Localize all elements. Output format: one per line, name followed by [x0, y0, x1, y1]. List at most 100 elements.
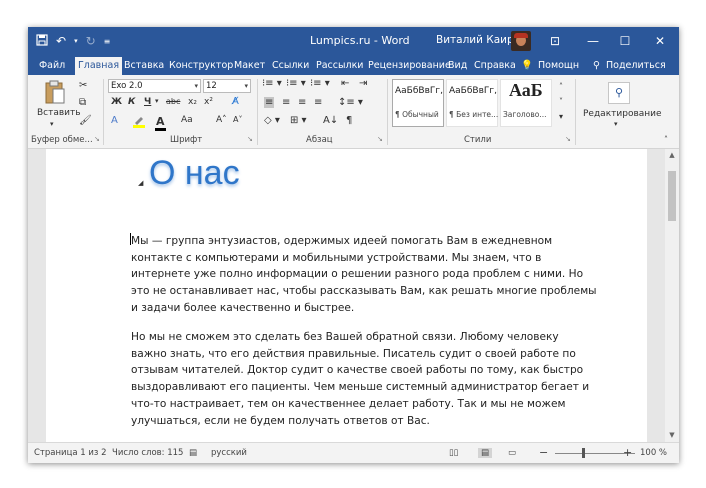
- borders-icon[interactable]: ⊞ ▾: [290, 115, 307, 126]
- print-layout-icon[interactable]: ▤: [478, 448, 493, 458]
- decrease-indent-icon[interactable]: ⇤: [341, 78, 349, 89]
- tab-references[interactable]: Ссылки: [272, 57, 309, 75]
- tab-layout[interactable]: Макет: [234, 57, 265, 75]
- show-marks-icon[interactable]: ¶: [346, 115, 352, 126]
- paragraph-line: контакте с компьютерами и мобильными уст…: [131, 251, 542, 264]
- sort-icon[interactable]: A↓: [323, 115, 338, 126]
- editing-dropdown-icon[interactable]: ▾: [614, 120, 618, 128]
- bold-button[interactable]: Ж: [111, 97, 122, 107]
- save-icon[interactable]: [36, 33, 48, 49]
- page-count[interactable]: Страница 1 из 2: [34, 448, 107, 458]
- tab-review[interactable]: Рецензирование: [368, 57, 451, 75]
- collapse-ribbon-icon[interactable]: ˄: [664, 135, 668, 144]
- scroll-up-icon[interactable]: ▲: [668, 151, 676, 159]
- align-center-icon[interactable]: ≡: [282, 97, 290, 108]
- read-mode-icon[interactable]: ▯▯: [449, 448, 458, 458]
- underline-dropdown-icon[interactable]: ▾: [155, 97, 159, 105]
- web-layout-icon[interactable]: ▭: [508, 448, 516, 458]
- styles-launcher-icon[interactable]: ↘: [565, 135, 571, 143]
- paste-button[interactable]: Вставить: [37, 108, 81, 118]
- font-size-field[interactable]: 12 ▾: [203, 79, 251, 93]
- line-spacing-icon[interactable]: ↕≡ ▾: [338, 97, 363, 108]
- tab-home[interactable]: Главная: [75, 57, 123, 75]
- chevron-down-icon[interactable]: ▾: [244, 80, 248, 92]
- undo-dropdown-icon[interactable]: ▾: [74, 37, 78, 45]
- document-page[interactable]: ◢ О нас Мы — группа энтузиастов, одержим…: [46, 149, 647, 442]
- subscript-button[interactable]: x₂: [188, 97, 197, 107]
- collapse-heading-icon[interactable]: ◢: [138, 179, 143, 187]
- share-icon[interactable]: ⚲: [593, 57, 600, 75]
- vertical-scrollbar[interactable]: ▲ ▼: [665, 149, 679, 442]
- italic-button[interactable]: К: [128, 97, 135, 107]
- increase-indent-icon[interactable]: ⇥: [359, 78, 367, 89]
- grow-font-button[interactable]: A˄: [216, 115, 227, 125]
- shrink-font-button[interactable]: A˅: [233, 115, 242, 124]
- ribbon-display-options-icon[interactable]: ⊡: [538, 27, 572, 55]
- highlight-icon[interactable]: [132, 115, 146, 131]
- style-normal[interactable]: АаБбВвГг, ¶ Обычный: [392, 79, 444, 127]
- chevron-down-icon[interactable]: ▾: [194, 80, 198, 92]
- strikethrough-button[interactable]: abc: [166, 97, 180, 106]
- paragraph-2[interactable]: Но мы не сможем это сделать без Вашей об…: [131, 329, 601, 429]
- underline-button[interactable]: Ч: [144, 97, 151, 107]
- tab-assistant[interactable]: Помощн: [538, 57, 579, 75]
- styles-scroll-icon[interactable]: ˄ ˅ ▾: [555, 79, 567, 124]
- superscript-button[interactable]: x²: [204, 97, 213, 107]
- shading-icon[interactable]: ◇ ▾: [264, 115, 280, 126]
- paste-icon[interactable]: [44, 79, 66, 105]
- paragraph-line: и задачи более качественно и быстрее.: [131, 301, 355, 314]
- restore-button[interactable]: ☐: [608, 27, 642, 55]
- scrollbar-thumb[interactable]: [668, 171, 676, 221]
- font-name-field[interactable]: Exo 2.0 ▾: [108, 79, 201, 93]
- text-effects-icon[interactable]: A: [111, 115, 118, 126]
- format-painter-icon[interactable]: 🖌: [79, 115, 92, 126]
- zoom-out-button[interactable]: −: [539, 446, 548, 459]
- language-status[interactable]: русский: [211, 448, 247, 458]
- user-avatar[interactable]: [511, 31, 531, 51]
- bullets-icon[interactable]: ⁝≡ ▾: [262, 78, 282, 89]
- paragraph-1[interactable]: Мы — группа энтузиастов, одержимых идеей…: [131, 233, 601, 317]
- scroll-down-icon[interactable]: ▼: [668, 431, 676, 439]
- style-no-spacing[interactable]: АаБбВвГг, ¶ Без инте...: [446, 79, 498, 127]
- share-button[interactable]: Поделиться: [606, 57, 666, 75]
- clear-formatting-icon[interactable]: A̸: [232, 96, 239, 107]
- paragraph-launcher-icon[interactable]: ↘: [377, 135, 383, 143]
- find-icon[interactable]: ⚲: [608, 82, 630, 104]
- minimize-button[interactable]: —: [576, 27, 610, 55]
- close-button[interactable]: ✕: [643, 27, 677, 55]
- paste-dropdown-icon[interactable]: ▾: [50, 120, 54, 128]
- group-label-paragraph: Абзац: [306, 135, 333, 145]
- document-heading[interactable]: О нас: [149, 154, 240, 193]
- tab-view[interactable]: Вид: [448, 57, 467, 75]
- style-heading[interactable]: АаБ Заголово...: [500, 79, 552, 127]
- zoom-in-button[interactable]: +: [623, 446, 632, 459]
- multilevel-list-icon[interactable]: ⁝≡ ▾: [310, 78, 330, 89]
- paragraph-line: выздоравливают его пациенты. Чем меньше …: [131, 381, 590, 394]
- customize-qat-icon[interactable]: ≡: [104, 37, 111, 46]
- tab-file[interactable]: Файл: [39, 57, 65, 75]
- status-bar: Страница 1 из 2 Число слов: 115 ▤ русски…: [28, 442, 679, 463]
- proofing-icon[interactable]: ▤: [189, 448, 197, 458]
- copy-icon[interactable]: ⧉: [79, 97, 86, 108]
- align-right-icon[interactable]: ≡: [298, 97, 306, 108]
- editing-button[interactable]: Редактирование: [583, 109, 662, 119]
- word-count[interactable]: Число слов: 115: [112, 448, 183, 458]
- font-launcher-icon[interactable]: ↘: [247, 135, 253, 143]
- numbering-icon[interactable]: ⁝≡ ▾: [286, 78, 306, 89]
- change-case-button[interactable]: Aa: [181, 115, 193, 125]
- redo-icon[interactable]: ↻: [86, 34, 96, 48]
- tab-help[interactable]: Справка: [474, 57, 516, 75]
- cut-icon[interactable]: ✂: [79, 80, 87, 91]
- zoom-level[interactable]: 100 %: [640, 448, 667, 458]
- tab-design[interactable]: Конструктор: [169, 57, 233, 75]
- tell-me-icon[interactable]: 💡: [521, 57, 533, 75]
- align-left-icon[interactable]: ≡: [264, 97, 275, 108]
- group-separator: [575, 79, 576, 145]
- undo-icon[interactable]: ↶: [56, 34, 66, 48]
- clipboard-launcher-icon[interactable]: ↘: [94, 135, 100, 143]
- tab-insert[interactable]: Вставка: [124, 57, 164, 75]
- tab-mailings[interactable]: Рассылки: [316, 57, 363, 75]
- zoom-slider-thumb[interactable]: [582, 448, 585, 458]
- justify-icon[interactable]: ≡: [314, 97, 322, 108]
- font-color-button[interactable]: A: [156, 115, 165, 128]
